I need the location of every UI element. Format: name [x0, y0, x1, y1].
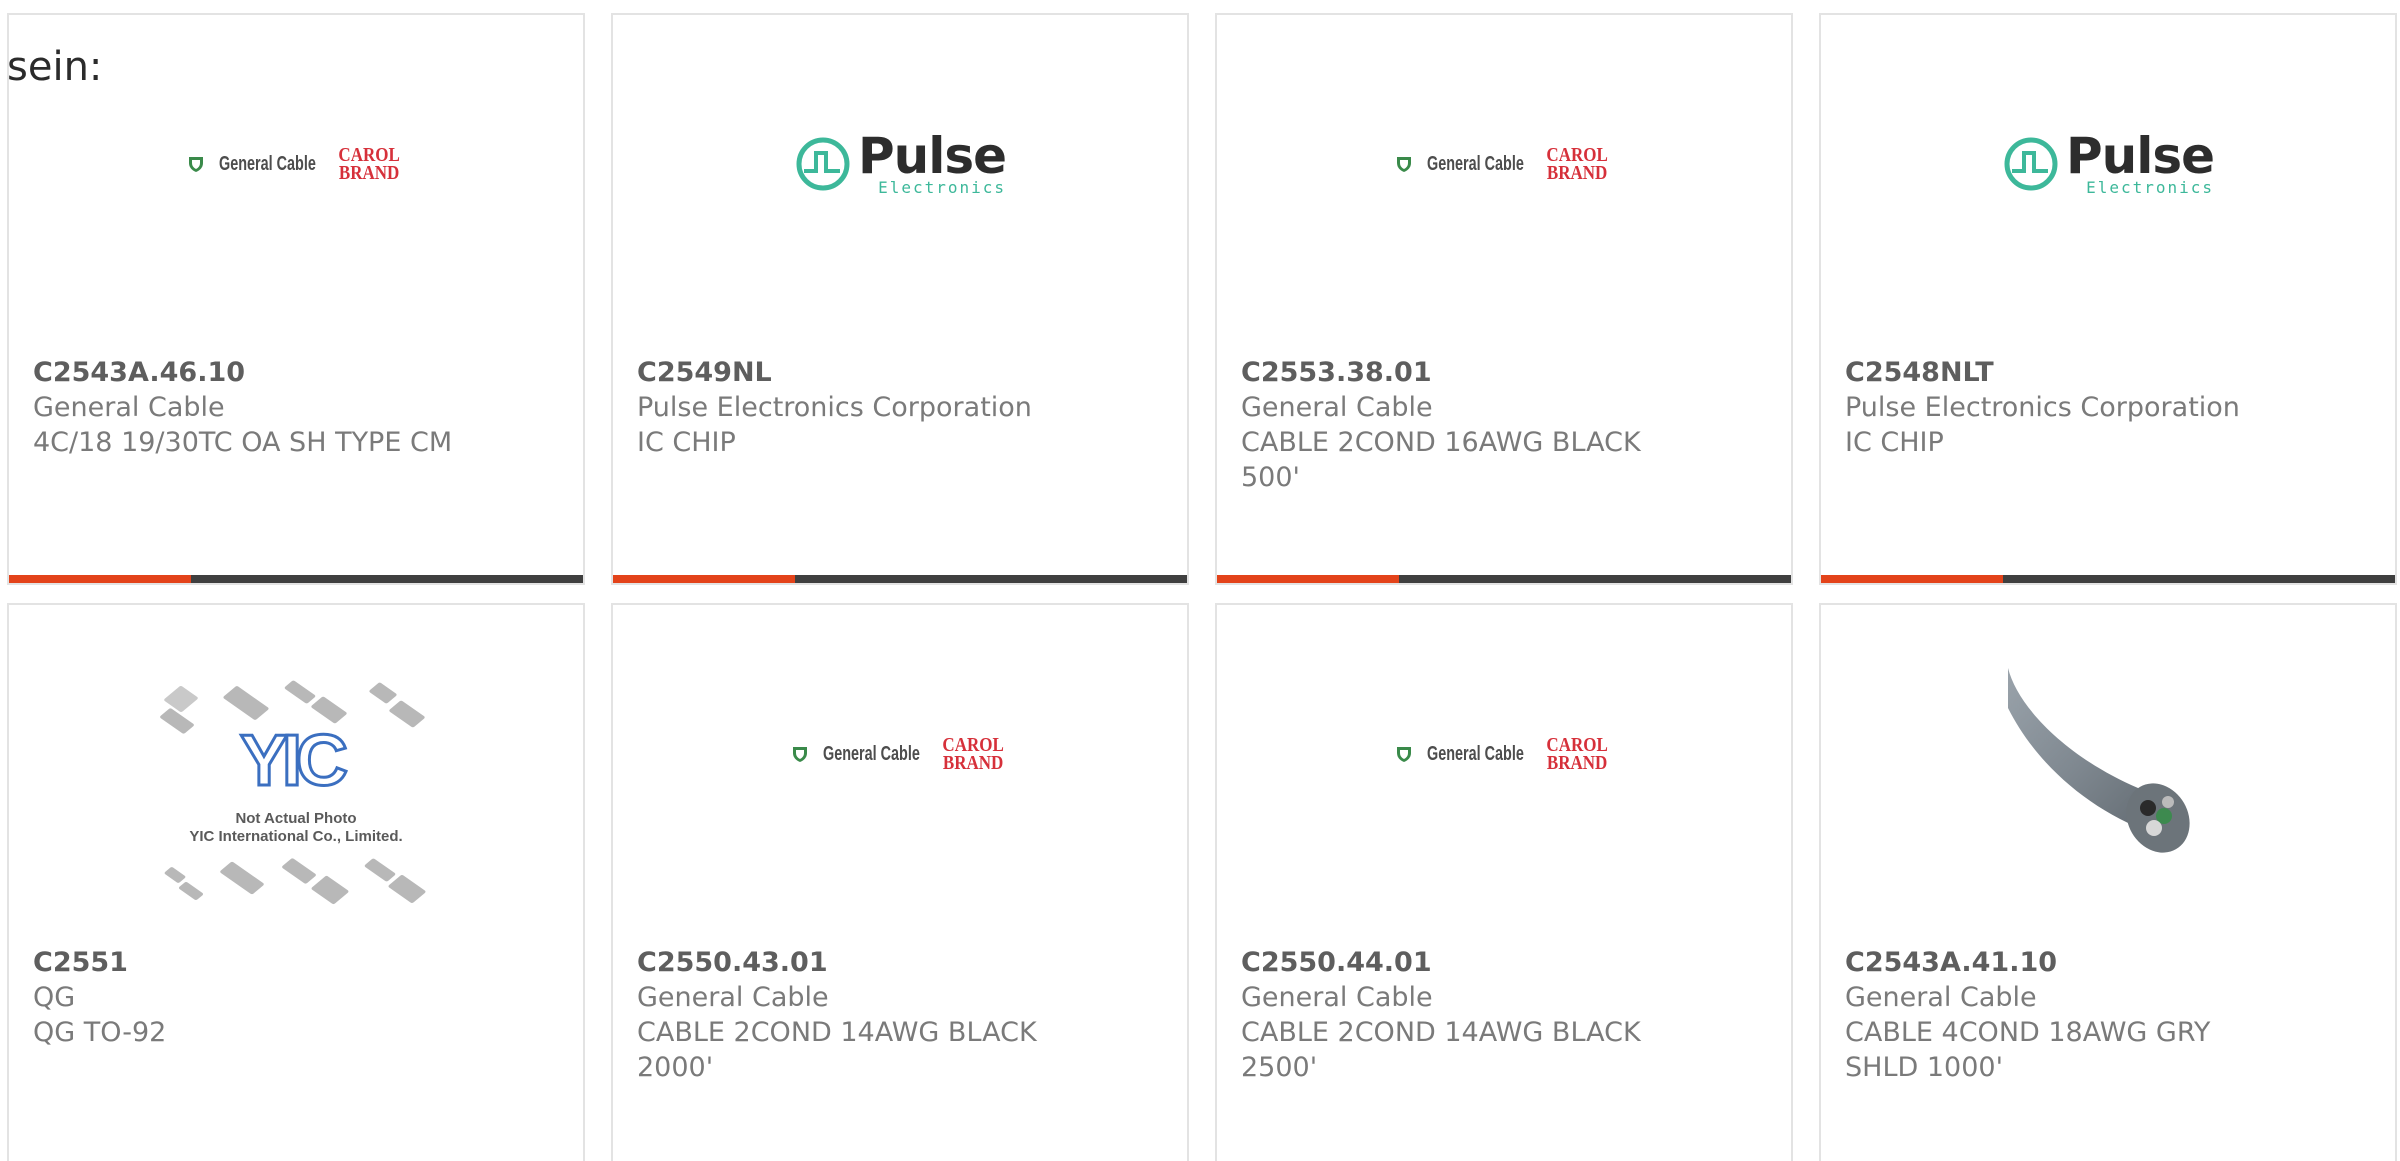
product-image: Pulse Electronics: [613, 15, 1187, 345]
manufacturer: General Cable: [33, 392, 225, 423]
manufacturer: Pulse Electronics Corporation: [637, 392, 1032, 423]
general-cable-logo: General Cable CAROL BRAND: [791, 734, 1010, 774]
general-cable-logo: General Cable CAROL BRAND: [1395, 144, 1614, 184]
part-number[interactable]: C2548NLT: [1845, 355, 2371, 390]
part-number[interactable]: C2551: [33, 945, 559, 980]
product-image: [1821, 605, 2395, 935]
carol-brand-mark: CAROL BRAND: [1546, 144, 1608, 184]
shield-icon: [1396, 157, 1411, 172]
card-bottom-bar: [1217, 575, 1791, 583]
product-grid-page: sein: General Cable CAROL BRAND C2543A.4…: [0, 0, 2400, 1161]
description: IC CHIP: [637, 427, 736, 458]
part-number[interactable]: C2550.44.01: [1241, 945, 1767, 980]
pulse-icon: [2004, 137, 2058, 191]
product-image: Pulse Electronics: [1821, 15, 2395, 345]
description: CABLE 4COND 18AWG GRY SHLD 1000': [1845, 1017, 2211, 1083]
shield-icon: [188, 157, 203, 172]
product-card[interactable]: Pulse Electronics C2548NLT Pulse Electro…: [1819, 13, 2397, 585]
product-card[interactable]: General Cable CAROL BRAND C2543A.46.10 G…: [7, 13, 585, 585]
manufacturer: Pulse Electronics Corporation: [1845, 392, 2240, 423]
general-cable-logo: General Cable CAROL BRAND: [187, 144, 406, 184]
product-card[interactable]: General Cable CAROL BRAND C2550.44.01 Ge…: [1215, 603, 1793, 1161]
product-image: General Cable CAROL BRAND: [1217, 605, 1791, 935]
not-actual-photo-placeholder: YIC Not Actual Photo YIC International C…: [156, 679, 436, 920]
description: 4C/18 19/30TC OA SH TYPE CM: [33, 427, 453, 458]
part-number[interactable]: C2543A.46.10: [33, 355, 559, 390]
product-card[interactable]: YIC Not Actual Photo YIC International C…: [7, 603, 585, 1161]
product-image: General Cable CAROL BRAND: [613, 605, 1187, 935]
yic-logo: YIC: [238, 721, 349, 801]
pulse-electronics-logo: Pulse Electronics: [794, 131, 1007, 196]
pulse-icon: [796, 137, 850, 191]
product-image: YIC Not Actual Photo YIC International C…: [9, 605, 583, 935]
manufacturer: General Cable: [1845, 982, 2037, 1013]
product-card[interactable]: General Cable CAROL BRAND C2550.43.01 Ge…: [611, 603, 1189, 1161]
part-number[interactable]: C2550.43.01: [637, 945, 1163, 980]
card-bottom-bar: [1821, 575, 2395, 583]
product-card[interactable]: C2543A.41.10 General Cable CABLE 4COND 1…: [1819, 603, 2397, 1161]
cable-photo-image: [2008, 668, 2190, 853]
part-number[interactable]: C2553.38.01: [1241, 355, 1767, 390]
pulse-electronics-logo: Pulse Electronics: [2002, 131, 2215, 196]
carol-brand-mark: CAROL BRAND: [1546, 734, 1608, 774]
manufacturer: General Cable: [1241, 392, 1433, 423]
carol-brand-mark: CAROL BRAND: [942, 734, 1004, 774]
description: CABLE 2COND 16AWG BLACK 500': [1241, 427, 1641, 493]
description: CABLE 2COND 14AWG BLACK 2000': [637, 1017, 1037, 1083]
section-label: sein:: [7, 44, 103, 90]
card-bottom-bar: [613, 575, 1187, 583]
manufacturer: QG: [33, 982, 76, 1013]
shield-icon: [1396, 747, 1411, 762]
part-number[interactable]: C2543A.41.10: [1845, 945, 2371, 980]
product-image: General Cable CAROL BRAND: [1217, 15, 1791, 345]
description: QG TO-92: [33, 1017, 167, 1048]
product-card[interactable]: General Cable CAROL BRAND C2553.38.01 Ge…: [1215, 13, 1793, 585]
manufacturer: General Cable: [1241, 982, 1433, 1013]
shield-icon: [792, 747, 807, 762]
part-number[interactable]: C2549NL: [637, 355, 1163, 390]
description: IC CHIP: [1845, 427, 1944, 458]
product-card[interactable]: Pulse Electronics C2549NL Pulse Electron…: [611, 13, 1189, 585]
manufacturer: General Cable: [637, 982, 829, 1013]
description: CABLE 2COND 14AWG BLACK 2500': [1241, 1017, 1641, 1083]
carol-brand-mark: CAROL BRAND: [338, 144, 400, 184]
general-cable-logo: General Cable CAROL BRAND: [1395, 734, 1614, 774]
card-bottom-bar: [9, 575, 583, 583]
